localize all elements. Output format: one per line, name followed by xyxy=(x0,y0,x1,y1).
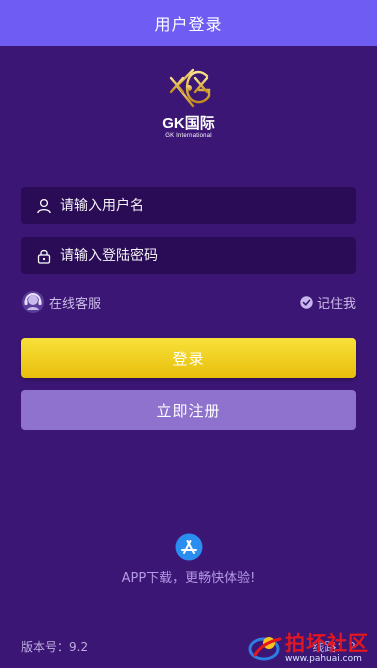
online-support-label: 在线客服 xyxy=(49,296,102,312)
watermark-title: 拍坏社区 xyxy=(285,631,369,655)
login-button[interactable]: 登录 xyxy=(21,338,356,378)
page-title: 用户登录 xyxy=(154,15,223,34)
remember-me-label: 记住我 xyxy=(316,296,356,312)
header-bar: 用户登录 xyxy=(0,0,377,46)
online-support-link[interactable]: 在线客服 xyxy=(21,290,101,314)
user-icon xyxy=(37,198,51,213)
username-input[interactable] xyxy=(58,196,342,215)
brand-subtitle: GK International xyxy=(165,133,212,139)
login-button-label: 登录 xyxy=(172,349,205,368)
register-button-label: 立即注册 xyxy=(156,401,221,420)
watermark: 拍坏社区 www.pahuai.com xyxy=(247,632,369,664)
register-button[interactable]: 立即注册 xyxy=(21,390,356,430)
support-agent-icon xyxy=(22,291,44,313)
remember-me-toggle[interactable]: 记住我 xyxy=(300,293,356,312)
password-input[interactable] xyxy=(58,246,342,265)
version-label: 版本号：9.2 xyxy=(21,639,89,654)
brand-name: GK国际 xyxy=(162,115,215,132)
watermark-url: www.pahuai.com xyxy=(285,654,362,664)
check-circle-icon xyxy=(300,295,313,309)
password-field[interactable] xyxy=(21,237,356,274)
brand-logo: GK国际 GK International xyxy=(0,62,377,146)
app-download-label: APP下载，更畅快体验! xyxy=(121,571,256,586)
gk-emblem-icon xyxy=(169,64,210,112)
app-store-icon xyxy=(175,533,202,561)
app-download[interactable]: APP下载，更畅快体验! xyxy=(0,533,377,586)
lock-icon xyxy=(37,249,51,264)
watermark-logo-icon xyxy=(248,637,282,661)
options-row: 在线客服 记住我 xyxy=(21,289,356,315)
username-field[interactable] xyxy=(21,187,356,224)
